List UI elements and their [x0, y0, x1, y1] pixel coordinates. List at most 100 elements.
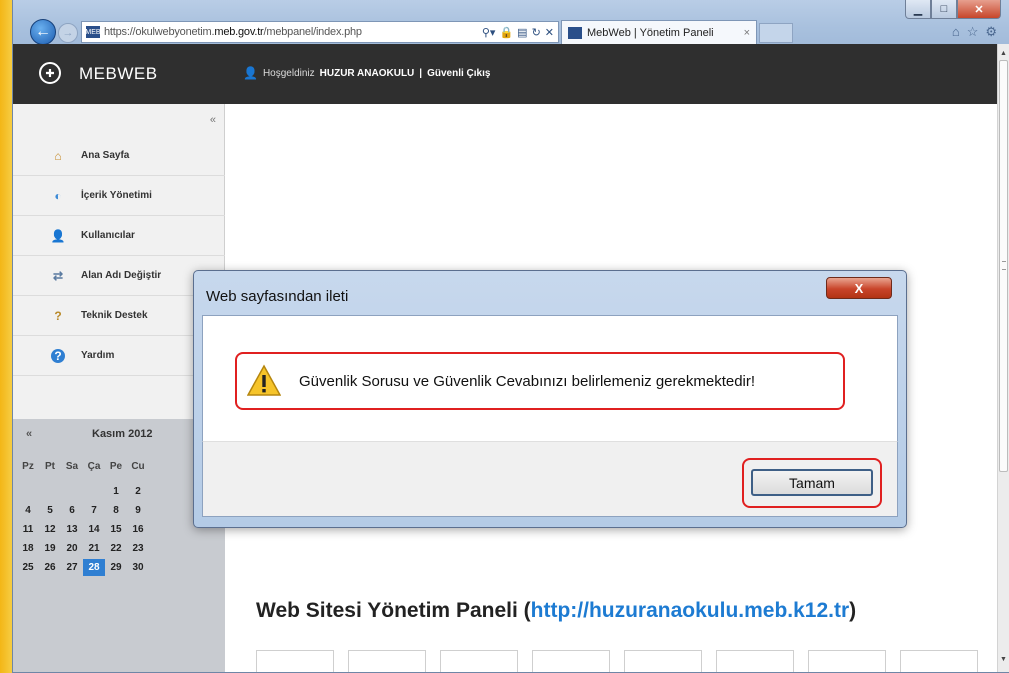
welcome-text: Hoşgeldiniz: [262, 67, 315, 79]
stop-icon[interactable]: ✕: [545, 26, 554, 39]
new-tab-button[interactable]: [759, 23, 793, 43]
tab-favicon-icon: [568, 27, 582, 39]
sidebar-item-label: Ana Sayfa: [81, 150, 130, 161]
favorites-star-icon[interactable]: ☆: [967, 24, 979, 40]
sidebar-item-label: Kullanıcılar: [81, 230, 135, 241]
calendar-day[interactable]: 22: [105, 543, 127, 554]
url-host: meb.gov.tr: [214, 26, 264, 38]
lock-icon[interactable]: 🔒: [499, 26, 513, 39]
calendar-day-today[interactable]: 28: [83, 559, 105, 576]
calendar-day[interactable]: 14: [83, 524, 105, 535]
address-actions: ⚲▾ 🔒 ▤ ↻ ✕: [482, 26, 558, 39]
url-path: /mebpanel/index.php: [263, 26, 363, 38]
dialog-close-button[interactable]: X: [826, 277, 892, 299]
panel-tile[interactable]: [808, 650, 886, 672]
mebweb-logo-icon: ✚: [39, 62, 61, 84]
browser-tools: ⌂ ☆ ⚙: [952, 24, 997, 40]
calendar-day[interactable]: 2: [127, 486, 149, 497]
calendar-day[interactable]: 5: [39, 505, 61, 516]
panel-tile[interactable]: [532, 650, 610, 672]
address-bar[interactable]: MEB https://okulwebyonetim.meb.gov.tr/me…: [81, 21, 559, 43]
message-highlight: Güvenlik Sorusu ve Güvenlik Cevabınızı b…: [235, 352, 845, 410]
panel-tile[interactable]: [624, 650, 702, 672]
sidebar-item-kullanicilar[interactable]: 👤 Kullanıcılar: [13, 216, 225, 256]
forward-button[interactable]: →: [58, 23, 78, 43]
sidebar-item-label: Yardım: [81, 350, 115, 361]
sidebar-collapse-button[interactable]: «: [210, 114, 216, 126]
calendar-weekdays: Pz Pt Sa Ça Pe Cu: [17, 457, 149, 476]
weekday-label: Cu: [131, 461, 145, 472]
calendar-day[interactable]: 1: [105, 486, 127, 497]
sidebar-item-icerik-yonetimi[interactable]: ◐ İçerik Yönetimi: [13, 176, 225, 216]
calendar-week: 25 26 27 28 29 30: [17, 558, 149, 577]
calendar-week: 18 19 20 21 22 23: [17, 539, 149, 558]
close-icon: ✕: [974, 3, 984, 16]
back-button[interactable]: ←: [30, 19, 56, 45]
calendar-day[interactable]: 11: [17, 524, 39, 535]
calendar-day[interactable]: 9: [127, 505, 149, 516]
site-url-link[interactable]: http://huzuranaokulu.meb.k12.tr: [531, 599, 850, 622]
panel-tile[interactable]: [900, 650, 978, 672]
calendar-day[interactable]: 18: [17, 543, 39, 554]
vertical-scrollbar[interactable]: ▲ ▼: [997, 44, 1009, 672]
calendar-title: Kasım 2012: [92, 428, 153, 440]
calendar-day[interactable]: 12: [39, 524, 61, 535]
calendar-day[interactable]: 26: [39, 562, 61, 573]
address-url[interactable]: https://okulwebyonetim.meb.gov.tr/mebpan…: [104, 26, 482, 38]
calendar-day[interactable]: 20: [61, 543, 83, 554]
panel-tile[interactable]: [348, 650, 426, 672]
panel-tile[interactable]: [440, 650, 518, 672]
calendar-day[interactable]: 13: [61, 524, 83, 535]
calendar-week: 11 12 13 14 15 16: [17, 520, 149, 539]
panel-tile[interactable]: [256, 650, 334, 672]
calendar-day[interactable]: 8: [105, 505, 127, 516]
user-area: 👤 Hoşgeldiniz HUZUR ANAOKULU | Güvenli Ç…: [243, 66, 490, 80]
sidebar-item-ana-sayfa[interactable]: ⌂ Ana Sayfa: [13, 136, 225, 176]
calendar-day[interactable]: 6: [61, 505, 83, 516]
calendar-day[interactable]: 19: [39, 543, 61, 554]
maximize-button[interactable]: □: [931, 0, 957, 19]
alert-dialog: Web sayfasından ileti X Güvenlik Sorusu …: [193, 270, 907, 528]
calendar-prev-button[interactable]: «: [26, 428, 32, 440]
page-title-text: Web Sitesi Yönetim Paneli (: [256, 599, 531, 622]
calendar-week: 1 2: [17, 482, 149, 501]
search-icon[interactable]: ⚲▾: [482, 26, 496, 39]
home-icon: ⌂: [54, 148, 62, 163]
calendar-day[interactable]: 25: [17, 562, 39, 573]
compatibility-icon[interactable]: ▤: [517, 26, 527, 39]
dialog-footer: Tamam: [202, 441, 898, 517]
calendar-day[interactable]: 4: [17, 505, 39, 516]
window-close-button[interactable]: ✕: [957, 0, 1001, 19]
scrollbar-thumb[interactable]: [999, 60, 1008, 472]
ok-button-highlight: Tamam: [742, 458, 882, 508]
calendar-day[interactable]: 7: [83, 505, 105, 516]
refresh-icon[interactable]: ↻: [532, 26, 541, 39]
calendar-day[interactable]: 16: [127, 524, 149, 535]
dialog-body: Güvenlik Sorusu ve Güvenlik Cevabınızı b…: [202, 315, 898, 441]
scroll-up-icon[interactable]: ▲: [1000, 50, 1007, 57]
minimize-button[interactable]: ▁: [905, 0, 931, 19]
site-header: ✚ MEBWEB 👤 Hoşgeldiniz HUZUR ANAOKULU | …: [13, 44, 997, 104]
calendar-day[interactable]: 23: [127, 543, 149, 554]
domain-icon: ⇄: [52, 268, 64, 283]
weekday-label: Pz: [22, 461, 34, 472]
tab-close-button[interactable]: ×: [744, 27, 750, 39]
gear-icon[interactable]: ⚙: [985, 24, 997, 40]
tab-mebweb[interactable]: MebWeb | Yönetim Paneli ×: [561, 20, 757, 45]
logout-link[interactable]: Güvenli Çıkış: [427, 68, 490, 79]
calendar-day[interactable]: 21: [83, 543, 105, 554]
scroll-down-icon[interactable]: ▼: [1000, 656, 1007, 663]
calendar-day[interactable]: 15: [105, 524, 127, 535]
calendar-day[interactable]: 30: [127, 562, 149, 573]
user-icon: 👤: [243, 66, 258, 80]
ok-button[interactable]: Tamam: [751, 469, 873, 496]
panel-tile[interactable]: [716, 650, 794, 672]
calendar-day[interactable]: 29: [105, 562, 127, 573]
calendar-day[interactable]: 27: [61, 562, 83, 573]
home-icon[interactable]: ⌂: [952, 24, 960, 40]
tab-title: MebWeb | Yönetim Paneli: [587, 27, 714, 39]
content-icon: ◐: [54, 188, 62, 203]
weekday-label: Pt: [45, 461, 55, 472]
site-favicon-icon: MEB: [85, 26, 101, 38]
weekday-label: Pe: [109, 461, 123, 472]
